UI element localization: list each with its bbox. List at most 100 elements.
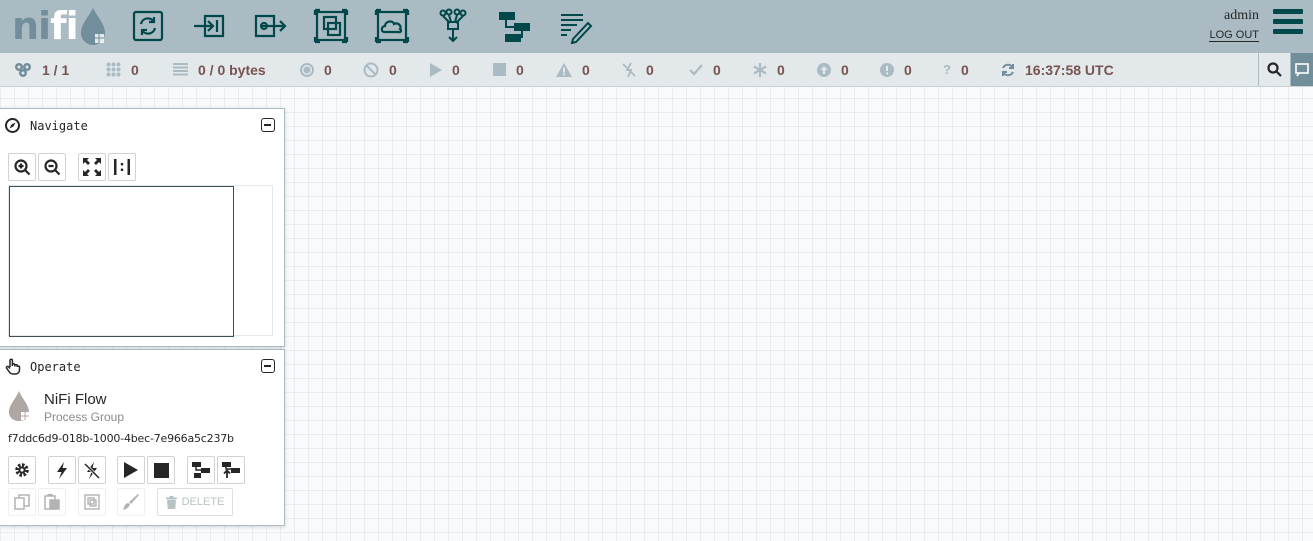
threads-icon xyxy=(14,62,32,78)
refresh-icon[interactable] xyxy=(1001,63,1015,77)
transmitting-value: 0 xyxy=(131,61,139,78)
funnel-tool[interactable] xyxy=(433,7,473,45)
selected-component-type: Process Group xyxy=(44,410,125,424)
nifi-logo: nifi xyxy=(12,4,109,48)
up-to-date-stat: 0 xyxy=(689,53,721,86)
top-header: nifi admin LOG OUT xyxy=(0,0,1313,53)
search-icon xyxy=(1267,62,1282,77)
group-button[interactable] xyxy=(78,488,106,516)
paste-icon xyxy=(44,494,60,510)
stopped-value: 0 xyxy=(516,61,524,78)
process-group-icon xyxy=(313,8,349,44)
delete-button[interactable]: DELETE xyxy=(157,488,233,516)
hand-pointer-icon xyxy=(5,358,21,380)
invalid-stat: 0 xyxy=(556,53,590,86)
active-threads-stat: 1 / 1 xyxy=(14,53,69,86)
arrow-up-circle-icon xyxy=(817,62,831,77)
bulletin-board-button[interactable] xyxy=(1290,53,1313,86)
processor-icon xyxy=(132,10,164,42)
play-icon xyxy=(124,462,138,478)
output-port-tool[interactable] xyxy=(250,7,290,45)
zoom-out-button[interactable] xyxy=(38,153,66,181)
queue-icon xyxy=(173,63,188,76)
selected-component-id: f7ddc6d9-018b-1000-4bec-7e966a5c237b xyxy=(8,432,234,445)
stop-button[interactable] xyxy=(147,456,175,484)
fit-screen-icon xyxy=(83,158,101,176)
zoom-in-button[interactable] xyxy=(8,153,36,181)
selected-component-name: NiFi Flow xyxy=(44,391,107,408)
label-tool[interactable] xyxy=(555,7,595,45)
create-template-icon xyxy=(192,462,210,478)
user-box: admin LOG OUT xyxy=(1209,8,1259,43)
create-template-button[interactable] xyxy=(187,456,215,484)
remote-process-group-icon xyxy=(374,8,410,44)
disabled-icon xyxy=(622,62,636,78)
asterisk-icon xyxy=(753,62,767,77)
transmitting-rpg-stat: 0 xyxy=(300,53,332,86)
output-port-icon xyxy=(254,14,287,38)
actual-size-button[interactable] xyxy=(108,153,136,181)
process-group-tool[interactable] xyxy=(311,7,351,45)
warning-icon xyxy=(556,62,572,77)
logo-text-i: i xyxy=(65,4,79,48)
template-tool[interactable] xyxy=(494,7,534,45)
processor-tool[interactable] xyxy=(128,7,168,45)
disabled-value: 0 xyxy=(646,61,654,78)
locally-modified-stat: 0 xyxy=(753,53,785,86)
remote-process-group-tool[interactable] xyxy=(372,7,412,45)
collapse-navigate-button[interactable] xyxy=(261,118,275,132)
invalid-value: 0 xyxy=(582,61,590,78)
stop-icon xyxy=(153,462,169,478)
input-port-tool[interactable] xyxy=(189,7,229,45)
copy-button[interactable] xyxy=(8,488,36,516)
sync-failure-stat: ? 0 xyxy=(943,53,969,86)
sync-failure-value: 0 xyxy=(960,61,969,78)
active-threads-value: 1 / 1 xyxy=(42,61,70,78)
queued-value: 0 / 0 bytes xyxy=(198,61,266,78)
flash-off-icon xyxy=(84,461,100,479)
logout-link[interactable]: LOG OUT xyxy=(1209,29,1259,42)
operate-panel: Operate NiFi Flow Process Group f7ddc6d9… xyxy=(0,349,285,526)
start-button[interactable] xyxy=(117,456,145,484)
search-button[interactable] xyxy=(1258,53,1290,86)
current-user: admin xyxy=(1224,8,1259,23)
enable-button[interactable] xyxy=(48,456,76,484)
upload-template-button[interactable] xyxy=(217,456,245,484)
not-transmitting-stat: 0 xyxy=(363,53,397,86)
transmitting-icon xyxy=(300,62,314,77)
flow-status-bar: 1 / 1 0 0 / 0 bytes 0 0 0 0 0 0 0 0 0 0 … xyxy=(0,53,1313,87)
gear-icon xyxy=(15,463,29,477)
paste-button[interactable] xyxy=(38,488,66,516)
operate-header: Operate xyxy=(0,350,284,384)
change-color-button[interactable] xyxy=(117,488,145,516)
disable-button[interactable] xyxy=(78,456,106,484)
funnel-icon xyxy=(439,8,467,43)
errors-stat: 0 xyxy=(880,53,912,86)
stale-value: 0 xyxy=(841,61,849,78)
birdseye-view[interactable] xyxy=(8,185,273,337)
global-menu-button[interactable] xyxy=(1273,9,1303,39)
play-icon xyxy=(430,62,442,77)
label-icon xyxy=(561,14,593,44)
transmitting-rpg-value: 0 xyxy=(324,61,332,78)
stop-icon xyxy=(493,63,506,76)
compass-icon xyxy=(5,118,20,138)
template-icon xyxy=(499,12,530,42)
birdseye-viewport[interactable] xyxy=(9,186,234,337)
flash-icon xyxy=(57,461,67,479)
zoom-in-icon xyxy=(13,158,30,175)
logo-text-ni: ni xyxy=(12,4,51,48)
actual-size-icon xyxy=(114,159,130,175)
bulletin-icon xyxy=(1295,62,1309,76)
not-transmitting-icon xyxy=(363,62,379,78)
input-port-icon xyxy=(194,14,225,38)
nifi-drop-icon xyxy=(80,8,105,45)
configure-button[interactable] xyxy=(8,456,36,484)
fit-screen-button[interactable] xyxy=(78,153,106,181)
delete-label: DELETE xyxy=(181,496,225,508)
process-group-drop-icon xyxy=(8,390,32,427)
queued-stat: 0 / 0 bytes xyxy=(173,53,266,86)
last-refreshed-value: 16:37:58 UTC xyxy=(1025,61,1114,78)
collapse-operate-button[interactable] xyxy=(261,359,275,373)
not-transmitting-value: 0 xyxy=(389,61,397,78)
